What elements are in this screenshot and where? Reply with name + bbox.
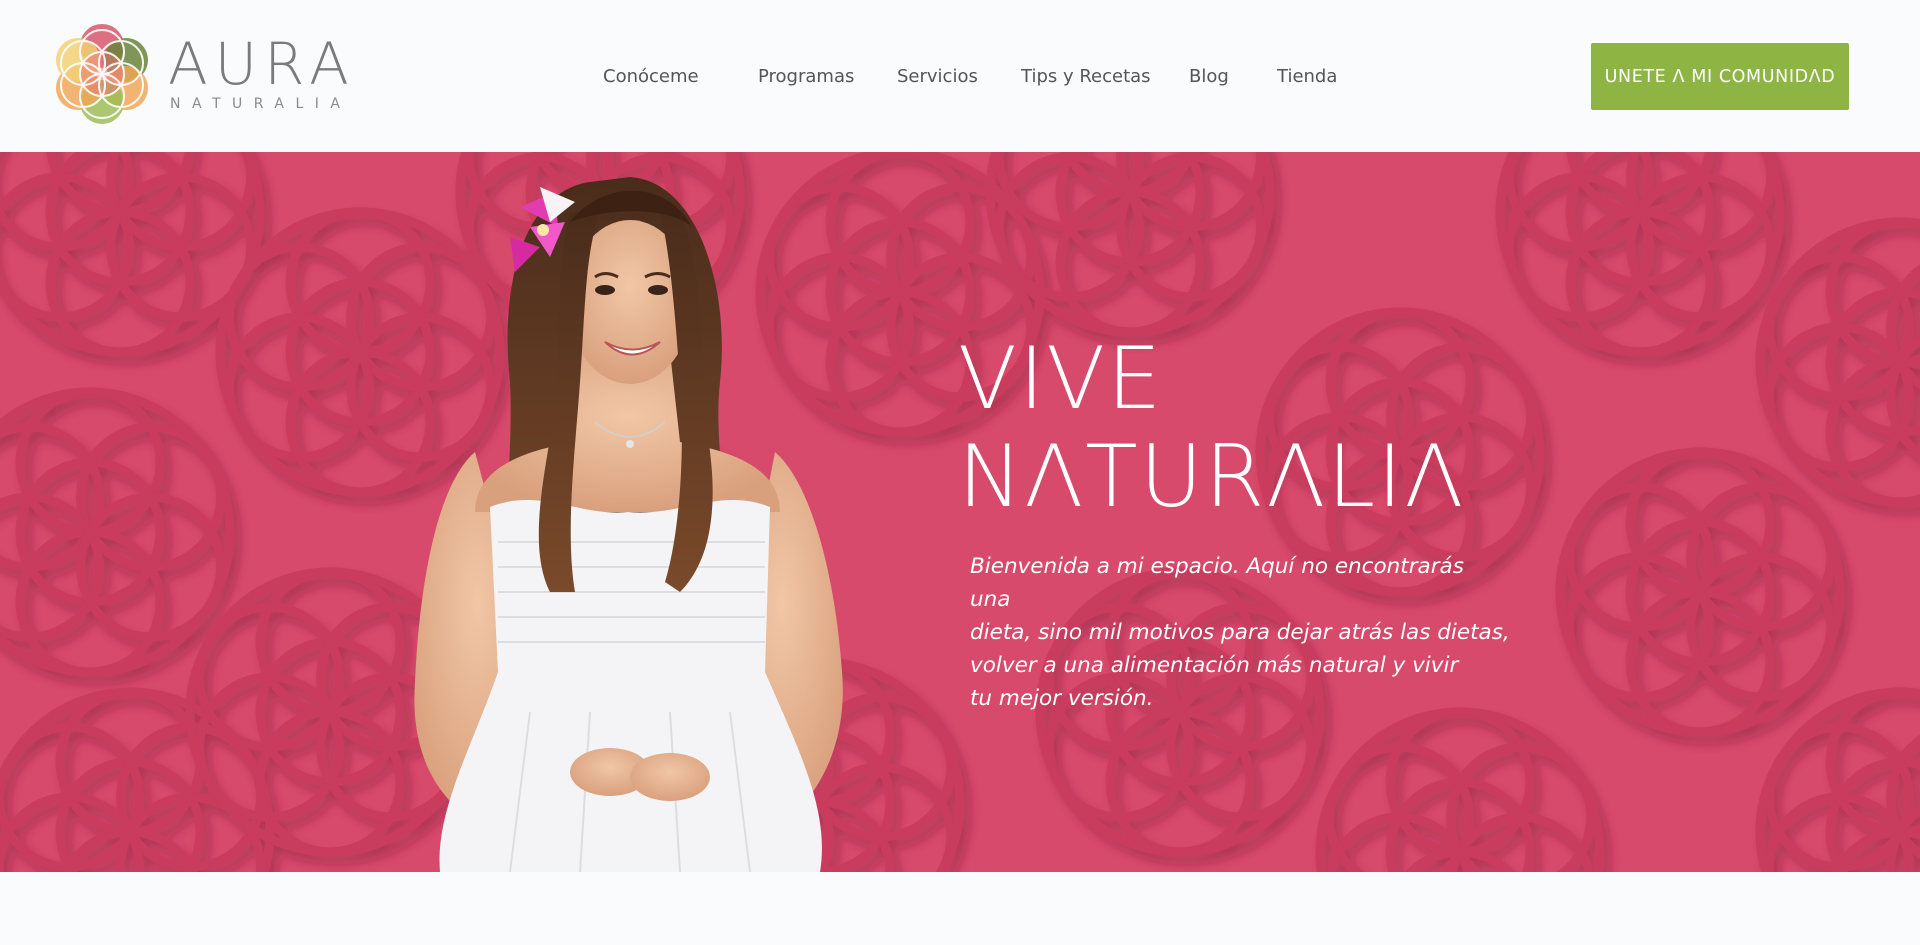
site-header: AURA NATURALIA Conóceme Programas Servic… [0, 0, 1920, 152]
hero-portrait-image [414, 177, 843, 872]
main-nav: Conóceme Programas Servicios Tips y Rece… [603, 64, 1347, 90]
nav-item-blog[interactable]: Blog [1189, 64, 1277, 90]
nav-item-programas[interactable]: Programas [758, 64, 897, 90]
hero-title: VIVE NΛTURΛLIΛ [958, 329, 1466, 527]
below-fold-area [0, 872, 1920, 945]
brand-name: AURA [168, 30, 356, 98]
nav-item-tips-y-recetas[interactable]: Tips y Recetas [1021, 64, 1189, 90]
hero-intro-text: Bienvenida a mi espacio. Aquí no encontr… [970, 554, 1510, 711]
join-community-button[interactable]: UNETE Λ MI COMUNIDΛD [1591, 43, 1849, 110]
nav-item-conoceme[interactable]: Conóceme [603, 64, 758, 90]
nav-item-tienda[interactable]: Tienda [1277, 64, 1347, 90]
flower-of-life-logo-icon [56, 24, 148, 124]
nav-item-servicios[interactable]: Servicios [897, 64, 1021, 90]
brand-logo[interactable]: AURA NATURALIA [50, 20, 360, 132]
hero-banner: VIVE NΛTURΛLIΛ Bienvenida a mi espacio. … [0, 152, 1920, 872]
brand-tagline: NATURALIA [170, 96, 352, 112]
